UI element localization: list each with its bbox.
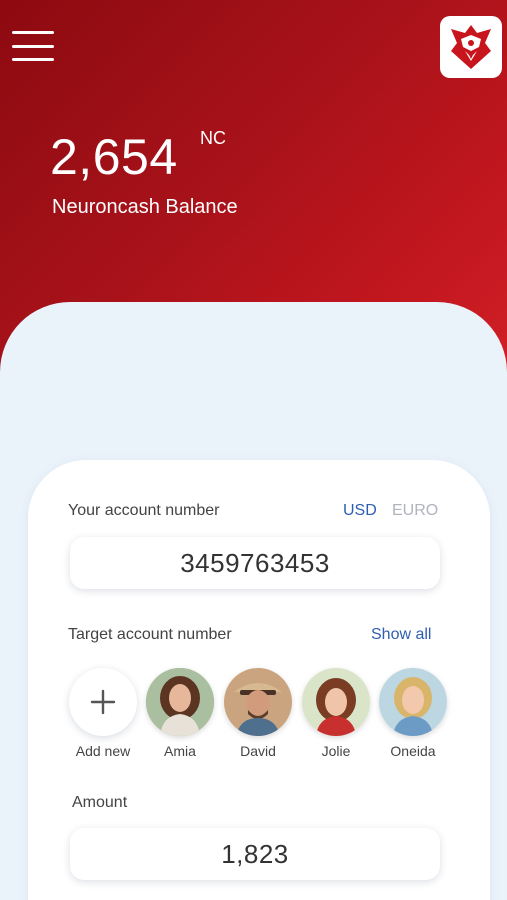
contacts-row: Add new Amia David Jolie Oneida [66, 668, 447, 768]
account-number-label: Your account number [68, 502, 220, 519]
avatar [302, 668, 370, 736]
contact-name: David [240, 743, 276, 759]
brand-logo-icon [451, 25, 491, 69]
brand-logo[interactable] [440, 16, 502, 78]
currency-euro-tab[interactable]: EURO [392, 502, 438, 520]
person-photo-icon [146, 668, 214, 736]
person-photo-icon [379, 668, 447, 736]
currency-usd-tab[interactable]: USD [343, 502, 377, 520]
contact-amia[interactable]: Amia [143, 668, 217, 759]
contact-jolie[interactable]: Jolie [299, 668, 373, 759]
plus-icon [90, 689, 116, 715]
contact-david[interactable]: David [221, 668, 295, 759]
contact-name: Jolie [321, 743, 351, 759]
add-new-label: Add new [75, 743, 131, 759]
person-photo-icon [224, 668, 292, 736]
contact-name: Amia [164, 743, 196, 759]
menu-button[interactable] [12, 28, 54, 64]
balance-unit: NC [200, 128, 226, 148]
amount-field[interactable]: 1,823 [70, 828, 440, 880]
amount-label: Amount [72, 794, 128, 811]
balance-label: Neuroncash Balance [52, 196, 238, 218]
contact-oneida[interactable]: Oneida [376, 668, 450, 759]
target-account-label: Target account number [68, 626, 232, 643]
person-photo-icon [302, 668, 370, 736]
show-all-link[interactable]: Show all [371, 626, 431, 644]
avatar [224, 668, 292, 736]
account-number-field[interactable]: 3459763453 [70, 537, 440, 589]
add-new-contact-button[interactable]: Add new [66, 668, 140, 759]
avatar [146, 668, 214, 736]
avatar [379, 668, 447, 736]
contact-name: Oneida [390, 743, 436, 759]
balance-value: 2,654 [50, 129, 178, 185]
hamburger-menu-icon [12, 31, 54, 34]
